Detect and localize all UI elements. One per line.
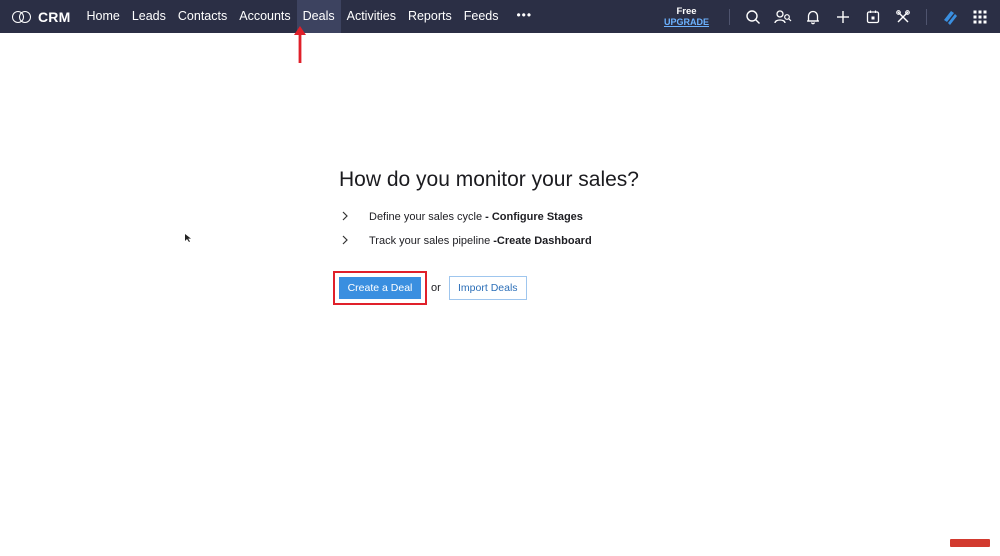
nav-item-home[interactable]: Home bbox=[80, 0, 125, 33]
annotation-highlight-box: Create a Deal bbox=[333, 271, 427, 305]
logo-text: CRM bbox=[38, 8, 71, 25]
nav-item-activities[interactable]: Activities bbox=[341, 0, 402, 33]
plan-free-label: Free bbox=[676, 5, 697, 17]
toolbar-divider bbox=[926, 8, 927, 25]
configure-stages-link[interactable]: - Configure Stages bbox=[485, 211, 583, 223]
bell-icon[interactable] bbox=[801, 5, 825, 29]
calendar-icon[interactable] bbox=[861, 5, 885, 29]
main-content: How do you monitor your sales? Define yo… bbox=[0, 33, 1000, 556]
apps-grid-icon[interactable] bbox=[968, 5, 992, 29]
nav-item-accounts[interactable]: Accounts bbox=[233, 0, 296, 33]
main-nav: Home Leads Contacts Accounts Deals Activ… bbox=[80, 0, 544, 33]
create-deal-button[interactable]: Create a Deal bbox=[339, 277, 421, 299]
nav-item-contacts[interactable]: Contacts bbox=[172, 0, 233, 33]
step-text: Track your sales pipeline bbox=[369, 235, 491, 247]
chevron-right-icon bbox=[341, 211, 355, 224]
crm-logo[interactable]: CRM bbox=[0, 0, 80, 33]
create-dashboard-link[interactable]: -Create Dashboard bbox=[493, 235, 591, 247]
annotation-arrow-icon bbox=[294, 26, 306, 63]
mouse-cursor-icon bbox=[185, 234, 191, 242]
crm-logo-icon bbox=[12, 10, 34, 24]
top-navigation-bar: CRM Home Leads Contacts Accounts Deals A… bbox=[0, 0, 1000, 33]
search-icon[interactable] bbox=[741, 5, 765, 29]
import-deals-button[interactable]: Import Deals bbox=[448, 276, 527, 300]
nav-item-feeds[interactable]: Feeds bbox=[458, 0, 505, 33]
or-separator: or bbox=[431, 282, 441, 294]
chevron-right-icon bbox=[341, 235, 355, 248]
step-configure-stages: Define your sales cycle - Configure Stag… bbox=[339, 210, 699, 224]
step-create-dashboard: Track your sales pipeline -Create Dashbo… bbox=[339, 234, 699, 248]
plan-info: Free UPGRADE bbox=[664, 6, 709, 28]
toolbar-divider bbox=[729, 8, 730, 25]
action-row: Create a Deal or Import Deals bbox=[333, 271, 527, 305]
video-watermark-badge bbox=[950, 539, 990, 547]
upgrade-link[interactable]: UPGRADE bbox=[664, 17, 709, 28]
nav-item-leads[interactable]: Leads bbox=[126, 0, 172, 33]
header-tools: Free UPGRADE bbox=[664, 0, 1000, 33]
contacts-search-icon[interactable] bbox=[771, 5, 795, 29]
nav-item-reports[interactable]: Reports bbox=[402, 0, 458, 33]
step-text: Define your sales cycle bbox=[369, 211, 483, 223]
more-menu-button[interactable]: ••• bbox=[504, 0, 544, 33]
tools-icon[interactable] bbox=[891, 5, 915, 29]
plus-icon[interactable] bbox=[831, 5, 855, 29]
empty-state: How do you monitor your sales? Define yo… bbox=[339, 168, 699, 258]
zoho-logo-icon[interactable] bbox=[938, 5, 962, 29]
page-title: How do you monitor your sales? bbox=[339, 168, 639, 191]
